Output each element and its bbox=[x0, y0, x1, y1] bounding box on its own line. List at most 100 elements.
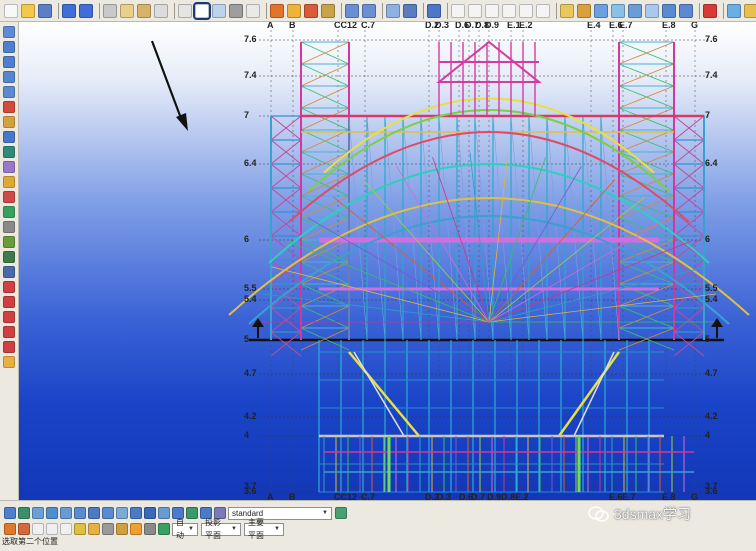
save-icon[interactable] bbox=[38, 3, 52, 18]
snap-depth-icon[interactable] bbox=[102, 523, 114, 535]
polybeam-icon[interactable] bbox=[3, 56, 15, 68]
snap-arc-icon[interactable] bbox=[519, 3, 533, 18]
numbering-icon[interactable] bbox=[321, 3, 335, 18]
snap-orth-icon[interactable] bbox=[60, 523, 72, 535]
print-icon[interactable] bbox=[103, 3, 117, 18]
measure-icon[interactable] bbox=[560, 3, 574, 18]
beam-icon[interactable] bbox=[3, 41, 15, 53]
snap-intersection-icon[interactable] bbox=[468, 3, 482, 18]
select-rebar-icon[interactable] bbox=[144, 507, 156, 519]
snap-override-icon[interactable] bbox=[88, 523, 100, 535]
column-icon[interactable] bbox=[3, 26, 15, 38]
select-parts-icon[interactable] bbox=[18, 507, 30, 519]
view-3d-icon[interactable] bbox=[577, 3, 591, 18]
chamfer-icon[interactable] bbox=[3, 236, 15, 248]
undo-icon[interactable] bbox=[62, 3, 76, 18]
select-box-icon[interactable] bbox=[193, 1, 211, 20]
select-window-icon[interactable] bbox=[178, 3, 192, 18]
copy-icon[interactable] bbox=[120, 3, 134, 18]
zoom-window-icon[interactable] bbox=[212, 3, 226, 18]
view-grid-icon[interactable] bbox=[679, 3, 693, 18]
properties-icon[interactable] bbox=[154, 3, 168, 18]
point-tool-icon[interactable] bbox=[3, 296, 15, 308]
select-bolts-icon[interactable] bbox=[130, 507, 142, 519]
select-surface-icon[interactable] bbox=[32, 507, 44, 519]
view-render-icon[interactable] bbox=[628, 3, 642, 18]
snap-nearest-icon[interactable] bbox=[502, 3, 516, 18]
open-file-icon[interactable] bbox=[21, 3, 35, 18]
snap-mode-select[interactable]: 自动 ▼ bbox=[172, 518, 198, 540]
snap-edge-icon[interactable] bbox=[46, 523, 58, 535]
circle-point-icon[interactable] bbox=[3, 356, 15, 368]
main-plane-select[interactable]: 主要平面 ▼ bbox=[244, 518, 284, 540]
view-clip-icon[interactable] bbox=[611, 3, 625, 18]
snap-free-icon[interactable] bbox=[536, 3, 550, 18]
weld-icon[interactable] bbox=[3, 161, 15, 173]
snap-line-icon[interactable] bbox=[427, 3, 441, 18]
select-gridlines-icon[interactable] bbox=[74, 507, 86, 519]
grid-label-bottom: C.7 bbox=[361, 492, 376, 500]
detail-icon[interactable] bbox=[3, 266, 15, 278]
part-cut-icon[interactable] bbox=[3, 221, 15, 233]
clash-check-icon[interactable] bbox=[703, 3, 717, 18]
polygon-cut-icon[interactable] bbox=[3, 206, 15, 218]
snap-mode-value: 自动 bbox=[176, 518, 184, 540]
cut-icon[interactable] bbox=[229, 3, 243, 18]
twin-profile-icon[interactable] bbox=[3, 101, 15, 113]
phase-icon[interactable] bbox=[727, 3, 741, 18]
snap-center-icon[interactable] bbox=[485, 3, 499, 18]
grid-label-bottom: G bbox=[691, 492, 699, 500]
select-all-icon[interactable] bbox=[4, 507, 16, 519]
select-welds-icon[interactable] bbox=[88, 507, 100, 519]
bolt-icon[interactable] bbox=[3, 146, 15, 158]
filter-settings-icon[interactable] bbox=[335, 507, 347, 519]
plane-select[interactable]: 投影平面 ▼ bbox=[201, 518, 241, 540]
arc-point-icon[interactable] bbox=[3, 341, 15, 353]
select-cuts-icon[interactable] bbox=[102, 507, 114, 519]
snap-angle-icon[interactable] bbox=[130, 523, 142, 535]
snap-mid-icon[interactable] bbox=[362, 3, 376, 18]
select-points-icon[interactable] bbox=[46, 507, 58, 519]
plate-icon[interactable] bbox=[3, 131, 15, 143]
snap-any-icon[interactable] bbox=[74, 523, 86, 535]
snap-extension-icon[interactable] bbox=[116, 523, 128, 535]
view-plane-icon[interactable] bbox=[594, 3, 608, 18]
level-label-left: 4.7 bbox=[244, 368, 257, 378]
new-file-icon[interactable] bbox=[4, 3, 18, 18]
paste-icon[interactable] bbox=[137, 3, 151, 18]
line-tool-icon[interactable] bbox=[3, 281, 15, 293]
snap-table-icon[interactable] bbox=[144, 523, 156, 535]
component-icon[interactable] bbox=[3, 251, 15, 263]
redo-icon[interactable] bbox=[79, 3, 93, 18]
drawing-icon[interactable] bbox=[287, 3, 301, 18]
pad-footing-icon[interactable] bbox=[3, 116, 15, 128]
view-fit-icon[interactable] bbox=[662, 3, 676, 18]
curved-beam-icon[interactable] bbox=[3, 71, 15, 83]
select-grids-icon[interactable] bbox=[60, 507, 72, 519]
report-icon[interactable] bbox=[304, 3, 318, 18]
snap-grid-icon[interactable] bbox=[386, 3, 400, 18]
lower-diagonal bbox=[348, 351, 420, 437]
snap-end-icon[interactable] bbox=[345, 3, 359, 18]
selection-filter-select[interactable]: standard ▼ bbox=[228, 506, 332, 520]
select-surface-treatment-icon[interactable] bbox=[158, 507, 170, 519]
select-views-icon[interactable] bbox=[116, 507, 128, 519]
snap-view-icon[interactable] bbox=[158, 523, 170, 535]
view-work-area-icon[interactable] bbox=[645, 3, 659, 18]
cut-line-icon[interactable] bbox=[3, 191, 15, 203]
lock-icon[interactable] bbox=[744, 3, 756, 18]
parallel-tool-icon[interactable] bbox=[3, 326, 15, 338]
snap-reference-icon[interactable] bbox=[4, 523, 16, 535]
orthogonal-beam-icon[interactable] bbox=[3, 86, 15, 98]
level-up-arrow-icon bbox=[711, 318, 723, 338]
clipboard-icon[interactable] bbox=[246, 3, 260, 18]
model-viewport[interactable]: A B CC12 C.7 D.2 D.3 D.6 D.7 D.8 D.9 E.1 E.2 E.4 E.6 E… bbox=[19, 22, 756, 500]
fitting-icon[interactable] bbox=[3, 176, 15, 188]
snap-point-icon[interactable] bbox=[403, 3, 417, 18]
select-component-icon[interactable] bbox=[186, 507, 198, 519]
snap-ref-lines-icon[interactable] bbox=[32, 523, 44, 535]
snap-perpendicular-icon[interactable] bbox=[451, 3, 465, 18]
extend-tool-icon[interactable] bbox=[3, 311, 15, 323]
snap-geometry-icon[interactable] bbox=[18, 523, 30, 535]
model-icon[interactable] bbox=[270, 3, 284, 18]
